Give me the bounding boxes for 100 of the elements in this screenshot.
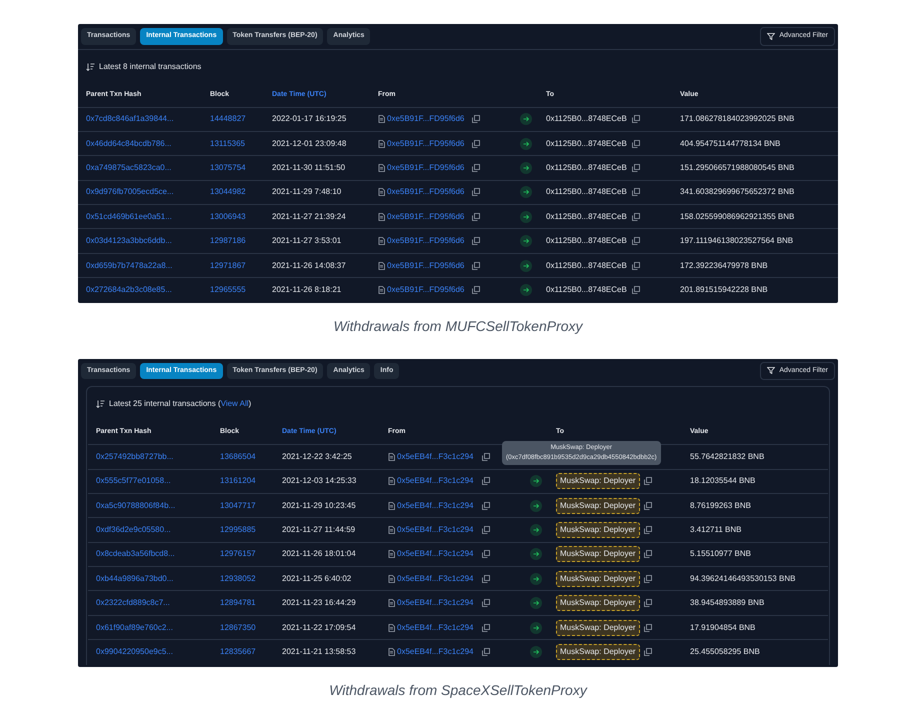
block-link[interactable]: 13044982 [210,186,272,198]
block-link[interactable]: 13115365 [210,138,272,150]
address-tag[interactable]: MuskSwap: Deployer [556,620,640,636]
block-link[interactable]: 13006943 [210,210,272,223]
value-text: 94.39624146493530153 BNB [690,572,796,585]
view-all-link[interactable]: View All [220,398,248,410]
copy-icon[interactable] [472,115,480,124]
copy-icon[interactable] [632,286,640,294]
block-link[interactable]: 12971867 [210,260,272,272]
hash-link[interactable]: 0x9904220950e9c5... [96,646,220,658]
address-link[interactable]: 0xe5B91F...FD95f6d6 [387,138,464,150]
address-tag[interactable]: MuskSwap: Deployer [556,546,640,562]
hash-link[interactable]: 0x7cd8c846af1a39844... [86,113,210,126]
address-tag[interactable]: MuskSwap: Deployer [556,570,640,587]
copy-icon[interactable] [482,477,490,486]
address-link[interactable]: 0x5eEB4f...F3c1c294 [397,646,474,658]
copy-icon[interactable] [644,502,652,510]
copy-icon[interactable] [644,574,652,583]
copy-icon[interactable] [482,526,490,534]
date-time: 2021-11-26 8:18:21 [272,284,342,296]
hash-link[interactable]: 0x9d976fb7005ecd5ce... [86,186,210,198]
hash-link[interactable]: 0xdf36d2e9c05580... [96,524,220,536]
hash-link[interactable]: 0xb44a9896a73bd0... [96,572,220,585]
sort-icon[interactable] [86,62,95,70]
copy-icon[interactable] [472,262,480,270]
copy-icon[interactable] [472,140,480,148]
address-link[interactable]: 0xe5B91F...FD95f6d6 [387,113,464,126]
copy-icon[interactable] [644,624,652,632]
block-link[interactable]: 14448827 [210,113,272,126]
block-link[interactable]: 12867350 [220,622,282,634]
copy-icon[interactable] [632,140,640,148]
address-link[interactable]: 0x5eEB4f...F3c1c294 [397,475,474,488]
hash-link[interactable]: 0x46dd64c84bcdb786... [86,138,210,150]
copy-icon[interactable] [472,164,480,172]
copy-icon[interactable] [482,624,490,632]
address-link[interactable]: 0x5eEB4f...F3c1c294 [397,450,474,463]
copy-icon[interactable] [482,574,490,583]
copy-icon[interactable] [482,452,490,461]
arrow-right-icon [520,260,532,272]
sort-icon[interactable] [96,400,105,408]
hash-link[interactable]: 0x257492bb8727bb... [96,450,220,463]
address-link[interactable]: 0x5eEB4f...F3c1c294 [397,622,474,634]
copy-icon[interactable] [644,648,652,656]
address-tag[interactable]: MuskSwap: Deployer [556,644,640,660]
hash-link[interactable]: 0x8cdeab3a56fbcd8... [96,548,220,560]
hash-link[interactable]: 0x555c5f77e01058... [96,475,220,488]
address-link[interactable]: 0x5eEB4f...F3c1c294 [397,524,474,536]
copy-icon[interactable] [632,262,640,270]
copy-icon[interactable] [644,526,652,534]
copy-icon[interactable] [644,599,652,608]
hash-link[interactable]: 0x03d4123a3bbc6ddb... [86,235,210,248]
address-tag[interactable]: MuskSwap: Deployer [556,473,640,490]
block-link[interactable]: 12995885 [220,524,282,536]
copy-icon[interactable] [472,188,480,196]
block-link[interactable]: 12894781 [220,597,282,610]
hash-link[interactable]: 0x2322cfd889c8c7... [96,597,220,610]
copy-icon[interactable] [632,115,640,124]
block-link[interactable]: 12976157 [220,548,282,560]
block-link[interactable]: 12835667 [220,646,282,658]
copy-icon[interactable] [644,477,652,486]
copy-icon[interactable] [482,648,490,656]
copy-icon[interactable] [632,188,640,196]
address-link[interactable]: 0xe5B91F...FD95f6d6 [387,235,464,248]
address-tag[interactable]: MuskSwap: Deployer [556,595,640,612]
address-tag[interactable]: MuskSwap: Deployer [556,498,640,514]
address-link[interactable]: 0xe5B91F...FD95f6d6 [387,284,464,296]
block-link[interactable]: 13047717 [220,500,282,512]
address-link[interactable]: 0xe5B91F...FD95f6d6 [387,260,464,272]
hash-link[interactable]: 0xa749875ac5823ca0... [86,162,210,174]
block-link[interactable]: 13075754 [210,162,272,174]
block-link[interactable]: 13161204 [220,475,282,488]
copy-icon[interactable] [482,599,490,608]
copy-icon[interactable] [644,550,652,558]
block-link[interactable]: 12938052 [220,572,282,585]
block-link[interactable]: 13686504 [220,450,282,463]
address-link[interactable]: 0x5eEB4f...F3c1c294 [397,572,474,585]
copy-icon[interactable] [632,164,640,172]
copy-icon[interactable] [482,550,490,558]
summary-text: Latest 8 internal transactions [99,60,202,72]
block-link[interactable]: 12965555 [210,284,272,296]
address-link[interactable]: 0x5eEB4f...F3c1c294 [397,597,474,610]
address-link[interactable]: 0xe5B91F...FD95f6d6 [387,210,464,223]
copy-icon[interactable] [632,237,640,246]
copy-icon[interactable] [472,237,480,246]
address-tag[interactable]: MuskSwap: Deployer [556,522,640,538]
copy-icon[interactable] [472,212,480,221]
address-link[interactable]: 0x5eEB4f...F3c1c294 [397,500,474,512]
hash-link[interactable]: 0x272684a2b3c08e85... [86,284,210,296]
copy-icon[interactable] [632,212,640,221]
address-link[interactable]: 0xe5B91F...FD95f6d6 [387,186,464,198]
hash-link[interactable]: 0xa5c90788806f84b... [96,500,220,512]
address-link[interactable]: 0xe5B91F...FD95f6d6 [387,162,464,174]
block-link[interactable]: 12987186 [210,235,272,248]
hash-link[interactable]: 0xd659b7b7478a22a8... [86,260,210,272]
address-text: 0x1125B0...8748ECeB [546,113,627,126]
copy-icon[interactable] [482,502,490,510]
hash-link[interactable]: 0x61f90af89e760c2... [96,622,220,634]
address-link[interactable]: 0x5eEB4f...F3c1c294 [397,548,474,560]
copy-icon[interactable] [472,286,480,294]
hash-link[interactable]: 0x51cd469b61ee0a51... [86,210,210,223]
